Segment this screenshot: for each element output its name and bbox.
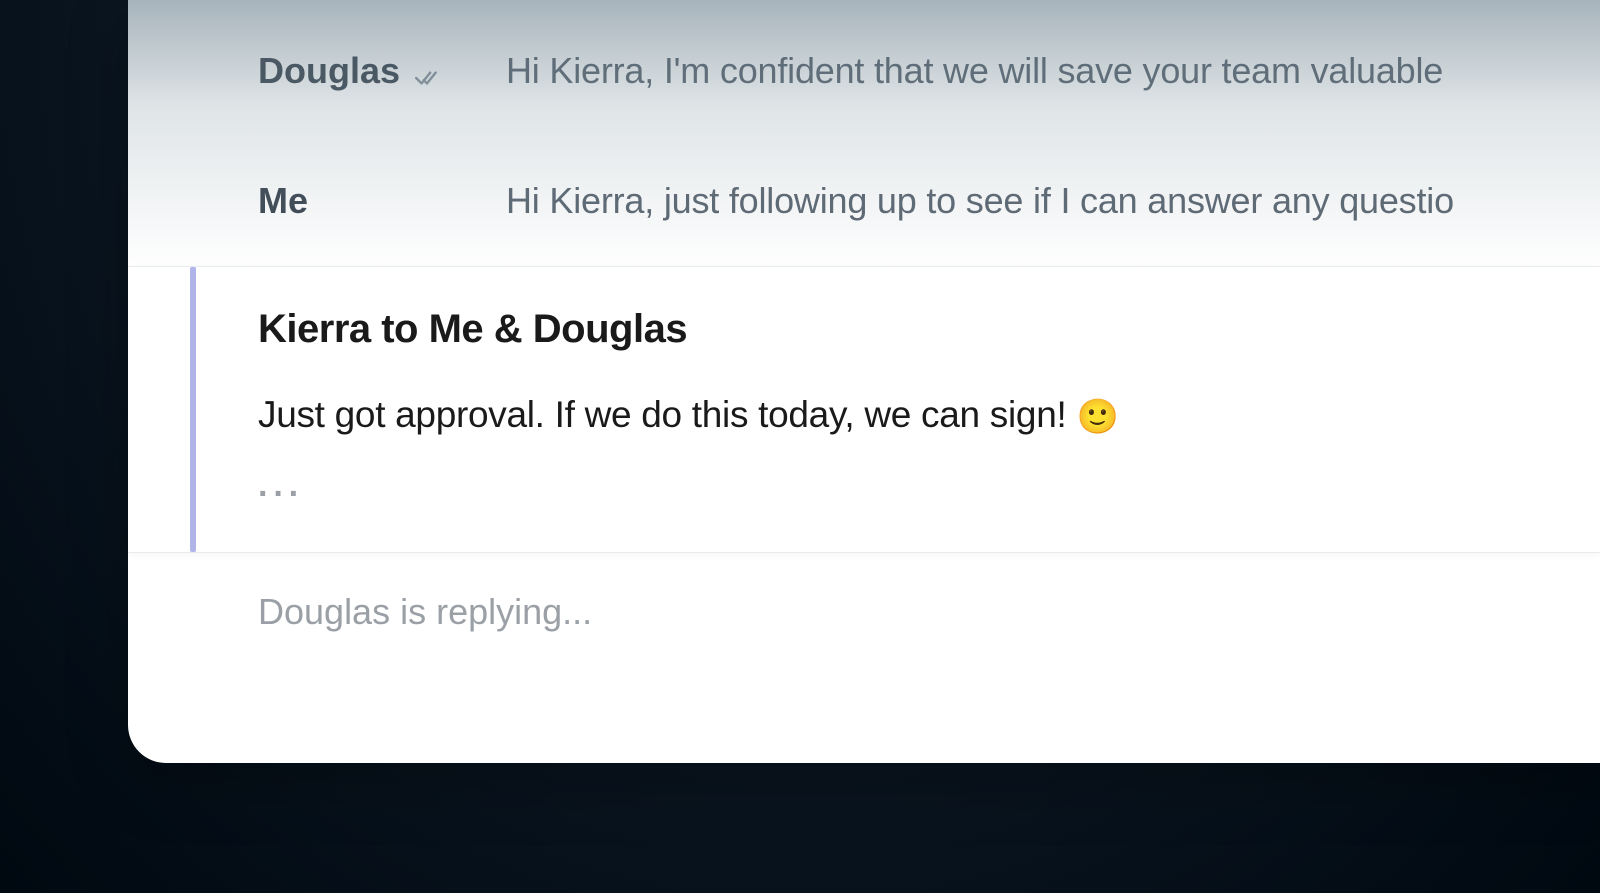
smile-emoji: 🙂 [1076,398,1118,436]
message-body-text: Just got approval. If we do this today, … [258,394,1076,435]
message-preview: Hi Kierra, just following up to see if I… [506,180,1454,222]
message-header: Kierra to Me & Douglas [258,307,1600,352]
message-row[interactable]: Me Hi Kierra, just following up to see i… [128,136,1600,266]
message-row[interactable]: Douglas Hi Kierra, I'm confident that we… [128,6,1600,136]
sender-cell: Me [258,180,506,222]
selected-message-card[interactable]: Kierra to Me & Douglas Just got approval… [128,266,1600,553]
sender-name: Douglas [258,50,400,92]
message-preview: Hi Kierra, I'm confident that we will sa… [506,50,1443,92]
selection-accent-bar [190,267,196,552]
sender-name: Me [258,180,308,222]
typing-indicator: Douglas is replying... [128,553,1600,633]
inbox-panel: Douglas Hi Kierra, I'm confident that we… [128,0,1600,763]
message-body: Just got approval. If we do this today, … [258,394,1600,437]
more-options-icon[interactable]: ··· [258,475,1600,514]
double-check-icon [414,58,440,84]
sender-cell: Douglas [258,50,506,92]
